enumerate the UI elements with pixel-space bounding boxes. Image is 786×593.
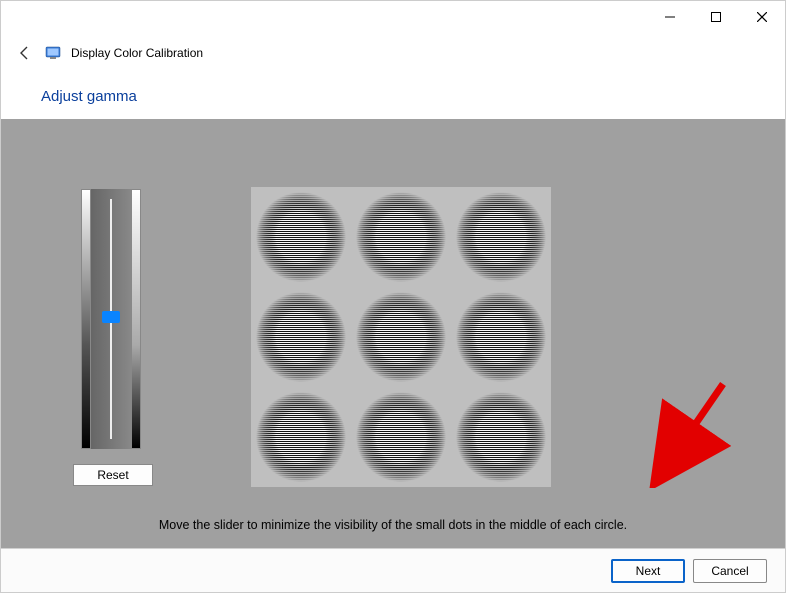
app-icon [45, 45, 61, 61]
gradient-preview-dark [81, 189, 91, 449]
next-button[interactable]: Next [611, 559, 685, 583]
instruction-text: Move the slider to minimize the visibili… [1, 518, 785, 532]
heading-row: Adjust gamma [1, 73, 785, 119]
reset-button[interactable]: Reset [73, 464, 153, 486]
window-titlebar [1, 1, 785, 33]
app-title: Display Color Calibration [71, 46, 203, 60]
back-button[interactable] [15, 43, 35, 63]
wizard-footer: Next Cancel [1, 548, 785, 592]
gamma-test-pattern [251, 187, 551, 487]
content-area: Reset [1, 119, 785, 548]
close-button[interactable] [739, 1, 785, 33]
display-color-calibration-window: Display Color Calibration Adjust gamma R… [0, 0, 786, 593]
cancel-button[interactable]: Cancel [693, 559, 767, 583]
next-button-label: Next [636, 564, 661, 578]
cancel-button-label: Cancel [711, 564, 748, 578]
page-heading: Adjust gamma [41, 88, 137, 105]
maximize-button[interactable] [693, 1, 739, 33]
annotation-arrow [645, 378, 735, 488]
gamma-slider[interactable] [91, 189, 131, 449]
header-bar: Display Color Calibration [1, 33, 785, 73]
gamma-slider-block [81, 189, 141, 479]
reset-button-label: Reset [97, 468, 128, 482]
minimize-button[interactable] [647, 1, 693, 33]
slider-thumb[interactable] [102, 311, 120, 323]
gradient-preview-light [131, 189, 141, 449]
